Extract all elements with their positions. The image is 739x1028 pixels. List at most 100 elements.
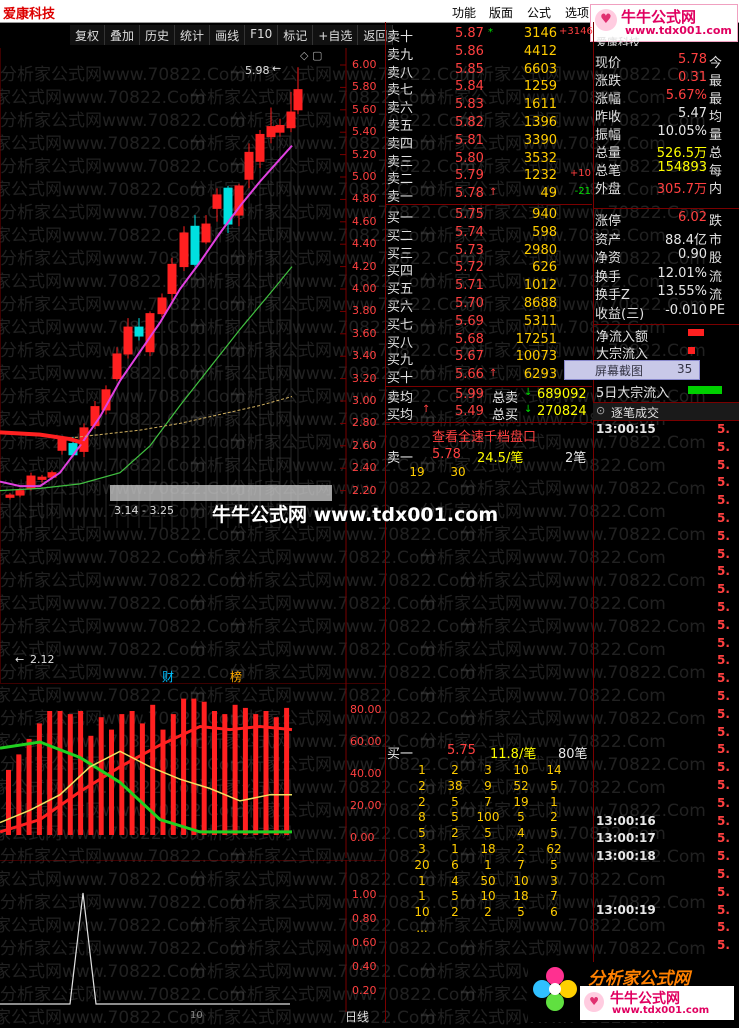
menu-options[interactable]: 选项 xyxy=(565,4,589,21)
ask-price: 5.83 xyxy=(455,97,484,113)
bid-volume: 10073 xyxy=(515,349,557,365)
bid1-order: 1 xyxy=(451,842,459,856)
indicator-tick-label: 80.00 xyxy=(350,703,382,716)
bid-row[interactable]: 买四 5.72 626 xyxy=(387,260,592,279)
indicator-chart[interactable] xyxy=(0,683,385,858)
toolbar-adjust-button[interactable]: 复权 xyxy=(70,25,106,45)
bid1-order: 50 xyxy=(480,873,496,888)
bid-label: 买七 xyxy=(387,317,414,333)
bid-row[interactable]: 买七 5.69 5311 xyxy=(387,313,592,333)
stat-unit: 市 xyxy=(709,232,723,248)
bid1-detail-row: 买一 5.75 11.8/笔 80笔 xyxy=(387,743,592,762)
menu-function[interactable]: 功能 xyxy=(452,4,476,21)
bid-row[interactable]: 买一 5.75 940 xyxy=(387,207,592,226)
ask-row[interactable]: 卖五 5.82 1396 xyxy=(387,115,592,134)
bid1-order: 1 xyxy=(418,873,426,888)
ask-row[interactable]: 卖四 5.81 3390 xyxy=(387,132,592,152)
trade-price: 5. xyxy=(717,635,730,650)
stats-header: 爱康科技 xyxy=(596,36,640,46)
bid-row[interactable]: 买九 5.67 10073 xyxy=(387,349,592,368)
price-tick-label: 4.80 xyxy=(352,192,377,206)
trade-price: 5. xyxy=(717,867,730,881)
buy-avg-value: 5.49 xyxy=(455,404,484,419)
toolbar-f10-button[interactable]: F10 xyxy=(245,25,279,45)
ask-row[interactable]: 卖七 5.84 1259 xyxy=(387,79,592,98)
ask-volume: 1232 xyxy=(523,168,557,184)
ask-row[interactable]: 卖二 5.79 1232 +10 xyxy=(387,168,592,187)
toolbar-history-button[interactable]: 历史 xyxy=(140,25,176,45)
ask-row[interactable]: 卖九 5.86 4412 xyxy=(387,44,592,63)
price-tick-label: 3.40 xyxy=(352,349,377,363)
candle-body xyxy=(5,494,15,498)
bid1-order: 6 xyxy=(451,857,459,872)
trade-price: 5. xyxy=(717,902,730,917)
ask-label: 卖四 xyxy=(387,136,414,152)
indicator-yellow-line xyxy=(0,750,292,824)
bid1-order: 19 xyxy=(513,794,529,809)
trade-price: 5. xyxy=(717,831,730,846)
ask-price: 5.80 xyxy=(455,150,484,166)
toolbar-draw-button[interactable]: 画线 xyxy=(210,25,246,45)
price-tick-label: 5.40 xyxy=(352,125,377,139)
stat-label: 涨幅 xyxy=(595,92,622,107)
collapse-icon[interactable]: ⊙ xyxy=(596,404,605,417)
indicator-bar xyxy=(26,738,32,835)
candle-body xyxy=(134,326,144,337)
stat-row: 净资 0.90 股 xyxy=(595,247,739,266)
bid-row[interactable]: 买六 5.70 8688 xyxy=(387,296,592,315)
trade-price: 5. xyxy=(717,849,730,864)
price-tick-label: 5.80 xyxy=(352,80,377,94)
up-arrow-icon: ↑ xyxy=(489,187,498,198)
stat-row: 涨幅 5.67% 最 xyxy=(595,88,739,107)
menu-layout[interactable]: 版面 xyxy=(489,4,513,21)
candle-body xyxy=(266,126,276,138)
stat-row: 振幅 10.05% 量 xyxy=(595,124,739,143)
ask-volume: 1259 xyxy=(523,79,557,95)
bid-row[interactable]: 买五 5.71 1012 xyxy=(387,278,592,297)
toolbar-stats-button[interactable]: 统计 xyxy=(175,25,211,45)
trade-price: 5. xyxy=(717,813,730,828)
volume-chart[interactable] xyxy=(0,860,385,1012)
ask-volume: 1396 xyxy=(523,115,557,130)
stat-value: 13.55% xyxy=(657,284,707,299)
stat-unit: 量 xyxy=(709,128,723,143)
stat-unit: 最 xyxy=(709,74,723,89)
volume-tick-label: 0.60 xyxy=(352,936,377,949)
flow-5day-bar xyxy=(688,386,722,394)
candlestick-chart[interactable] xyxy=(0,48,385,683)
stat-label: 涨停 xyxy=(595,214,622,229)
full-depth-link[interactable]: 查看全速千档盘口 xyxy=(432,426,536,445)
volume-tick-label: 0.80 xyxy=(352,912,377,925)
price-tick-label: 5.60 xyxy=(352,102,377,116)
ask-row[interactable]: 卖三 5.80 3532 xyxy=(387,150,592,170)
trade-price: 5. xyxy=(717,422,730,436)
toolbar-overlay-button[interactable]: 叠加 xyxy=(105,25,141,45)
indicator-bar xyxy=(170,714,176,835)
ask-row[interactable]: 卖八 5.85 6603 xyxy=(387,62,592,81)
bid-row[interactable]: 买八 5.68 17251 xyxy=(387,332,592,351)
trades-header[interactable]: ⊙ 逐笔成交 xyxy=(593,402,739,421)
site-banner: 牛牛公式网 www.tdx001.com xyxy=(212,504,499,526)
bid-volume: 5311 xyxy=(523,313,557,329)
bid1-order: 2 xyxy=(451,826,459,841)
screenshot-button[interactable]: 屏幕截图 35 xyxy=(564,360,700,380)
price-tick-label: 5.00 xyxy=(352,170,377,183)
menu-formula[interactable]: 公式 xyxy=(527,4,551,21)
period-label[interactable]: 日线 xyxy=(345,1008,369,1025)
bid-volume: 6293 xyxy=(523,367,557,383)
flower-logo-icon xyxy=(530,964,580,1014)
bid-volume: 8688 xyxy=(523,296,557,311)
bid-label: 买三 xyxy=(387,246,414,262)
ask-change: -21 xyxy=(574,186,591,198)
indicator-bar xyxy=(119,714,125,835)
bid-row[interactable]: 买二 5.74 598 xyxy=(387,225,592,244)
trade-price: 5. xyxy=(717,778,730,792)
toolbar-watchlist-button[interactable]: +自选 xyxy=(313,25,359,45)
ask-price: 5.81 xyxy=(455,132,484,148)
bid-row[interactable]: 买三 5.73 2980 xyxy=(387,243,592,262)
price-tick-label: 2.80 xyxy=(352,416,377,430)
toolbar-mark-button[interactable]: 标记 xyxy=(278,25,314,45)
ask-row[interactable]: 卖六 5.83 1611 xyxy=(387,97,592,116)
ask-change: +3146 xyxy=(559,26,593,37)
bid-label: 买十 xyxy=(387,371,414,387)
